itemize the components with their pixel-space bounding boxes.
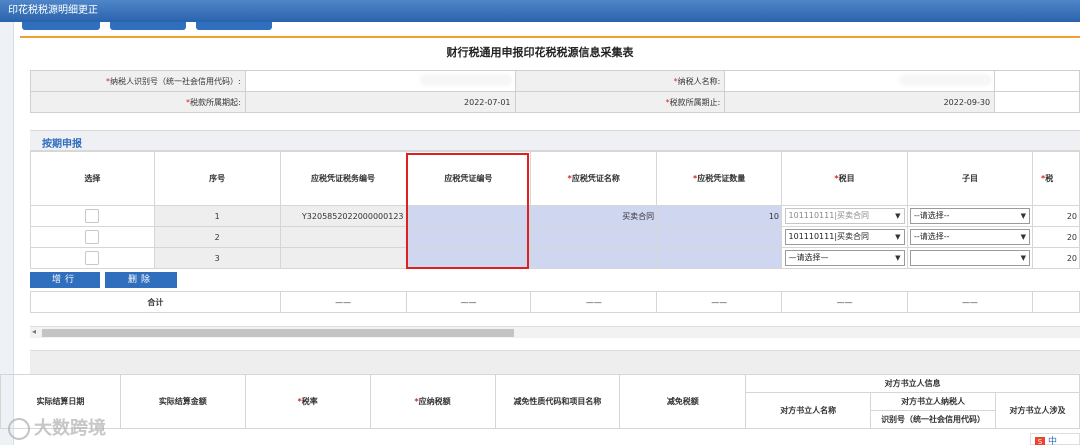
col-counterparty-id-line2: 识别号（统一社会信用代码）: [870, 410, 997, 429]
second-section-header: [30, 350, 1080, 374]
table-row: 1 Y3205852022000000123 买卖合同 10 101110111…: [30, 205, 1080, 227]
section-title: 按期申报: [42, 139, 82, 150]
window-title-bar: 印花税税源明细更正: [0, 0, 1080, 22]
row-voucher-name[interactable]: 买卖合同: [530, 205, 658, 227]
toolbar-button-3[interactable]: [196, 22, 272, 30]
row-tax-no: [279, 226, 407, 248]
window-title: 印花税税源明细更正: [8, 5, 98, 16]
col-reduction-amount: 减免税额: [619, 374, 747, 429]
row-seq: 3: [153, 247, 281, 269]
col-counterparty-id-line1: 对方书立人纳税人: [870, 392, 997, 411]
page-title: 财行税通用申报印花税税源信息采集表: [446, 46, 634, 59]
row-voucher-qty[interactable]: [656, 226, 783, 248]
watermark: 大数跨境: [8, 414, 106, 440]
row-voucher-name[interactable]: [530, 226, 658, 248]
horizontal-scrollbar[interactable]: ◂: [30, 326, 1080, 338]
row-checkbox[interactable]: [85, 230, 100, 244]
row-seq: 2: [153, 226, 281, 248]
highlight-annotation-box: [406, 153, 529, 269]
col-rate: *税率: [244, 374, 371, 429]
sub-item-select[interactable]: --请选择-- ▼: [910, 229, 1030, 245]
summary-label: 合计: [30, 291, 281, 313]
col-counterparty-involved: 对方书立人涉及: [995, 392, 1080, 429]
table-row: 3 —请选择— ▼ ▼ 20: [30, 247, 1080, 269]
col-settle-amount: 实际结算金额: [119, 374, 246, 429]
taxpayer-name-label: *纳税人名称:: [514, 70, 726, 92]
row-voucher-name[interactable]: [530, 247, 658, 269]
period-end-value: 2022-09-30: [724, 91, 996, 113]
row-tax-no: [279, 247, 407, 269]
col-seq: 序号: [153, 151, 281, 206]
col-tax-no: 应税凭证税务编号: [279, 151, 407, 206]
watermark-logo-icon: [8, 418, 30, 440]
row-tax-partial: 20: [1032, 226, 1080, 248]
taxpayer-info-table: *纳税人识别号（统一社会信用代码）: *纳税人名称: *税款所属期起: 2022…: [30, 70, 1080, 113]
grid-header-row: 选择 序号 应税凭证税务编号 应税凭证编号 *应税凭证名称 *应税凭证数量 *税…: [30, 151, 1080, 206]
sub-item-select[interactable]: --请选择-- ▼: [910, 208, 1030, 224]
period-start-value: 2022-07-01: [244, 91, 516, 113]
taxpayer-id-value: [244, 70, 516, 92]
ime-s-icon: S: [1035, 437, 1045, 445]
col-counterparty-name: 对方书立人名称: [745, 392, 872, 429]
row-tax-partial: 20: [1032, 205, 1080, 227]
voucher-grid: 选择 序号 应税凭证税务编号 应税凭证编号 *应税凭证名称 *应税凭证数量 *税…: [30, 151, 1080, 269]
col-voucher-qty: *应税凭证数量: [656, 151, 783, 206]
tax-item-select[interactable]: 101110111|买卖合同 ▼: [784, 208, 905, 224]
ime-indicator[interactable]: S中: [1030, 433, 1080, 445]
row-tax-no: Y3205852022000000123: [279, 205, 407, 227]
tax-item-select[interactable]: —请选择— ▼: [784, 250, 905, 266]
col-select: 选择: [30, 151, 155, 206]
col-reduction-code: 减免性质代码和项目名称: [494, 374, 621, 429]
sub-item-select[interactable]: ▼: [910, 250, 1030, 266]
app-window: 印花税税源明细更正 财行税通用申报印花税税源信息采集表 *纳税人识别号（统一社会…: [0, 0, 1080, 445]
col-tax-item: *税目: [781, 151, 909, 206]
row-tax-partial: 20: [1032, 247, 1080, 269]
section-header: 按期申报: [30, 130, 1080, 151]
toolbar-button-2[interactable]: [110, 22, 186, 30]
add-row-button[interactable]: 增行: [30, 272, 100, 288]
taxpayer-name-value: [724, 70, 996, 92]
row-checkbox[interactable]: [85, 209, 100, 223]
scroll-left-icon[interactable]: ◂: [32, 327, 36, 336]
delete-row-button[interactable]: 删除: [105, 272, 177, 288]
col-sub-item: 子目: [907, 151, 1033, 206]
taxpayer-id-label: *纳税人识别号（统一社会信用代码）:: [30, 70, 246, 92]
period-start-label: *税款所属期起:: [30, 91, 246, 113]
scroll-thumb[interactable]: [42, 329, 514, 337]
row-checkbox[interactable]: [85, 251, 100, 265]
period-end-label: *税款所属期止:: [514, 91, 726, 113]
row-seq: 1: [153, 205, 281, 227]
settlement-table: 实际结算日期 实际结算金额 *税率 *应纳税额 减免性质代码和项目名称 减免税额…: [0, 374, 1080, 429]
row-voucher-qty[interactable]: 10: [656, 205, 783, 227]
table-row: 2 101110111|买卖合同 ▼ --请选择-- ▼ 20: [30, 226, 1080, 248]
summary-row: 合计 —— —— —— —— —— ——: [30, 291, 1080, 313]
header-divider: [20, 36, 1080, 38]
col-tax-partial: *税: [1032, 151, 1080, 206]
row-voucher-qty[interactable]: [656, 247, 783, 269]
tax-item-select[interactable]: 101110111|买卖合同 ▼: [784, 229, 905, 245]
col-voucher-name: *应税凭证名称: [530, 151, 658, 206]
col-tax-payable: *应纳税额: [369, 374, 496, 429]
summary-table: 合计 —— —— —— —— —— ——: [30, 291, 1080, 313]
toolbar-button-1[interactable]: [22, 22, 100, 30]
col-counterparty-group: 对方书立人信息: [745, 374, 1080, 393]
